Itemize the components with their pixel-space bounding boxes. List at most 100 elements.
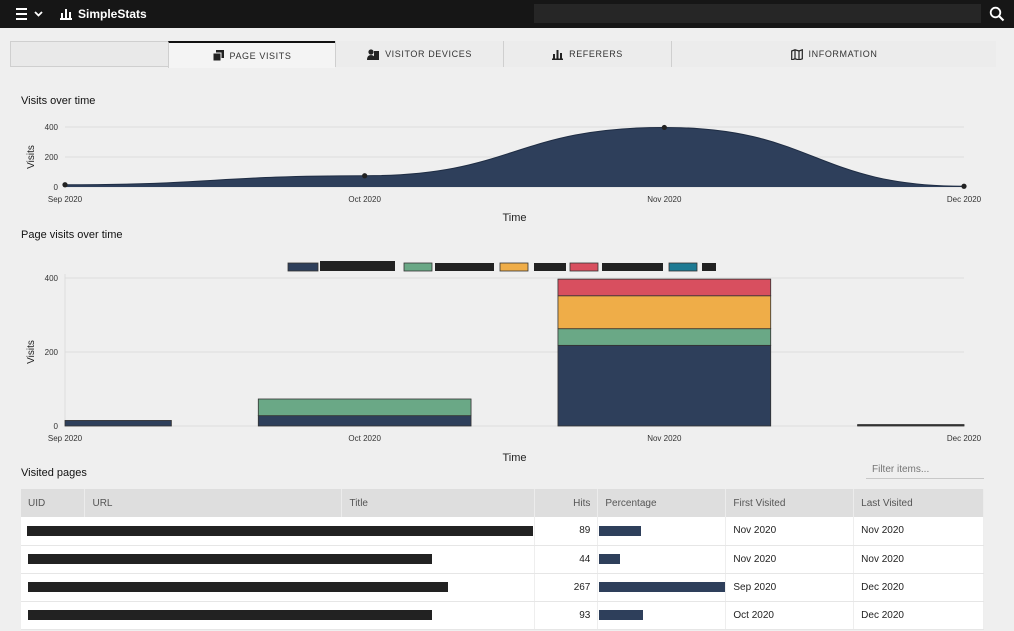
table-header-row: UID URL Title Hits Percentage First Visi… [21,489,984,517]
search-icon [989,6,1005,22]
x-tick-label: Nov 2020 [647,434,682,443]
x-tick-label: Oct 2020 [348,434,381,443]
bar-segment [257,415,472,427]
devices-icon [367,48,380,60]
table-row[interactable]: 267 Sep 2020 Dec 2020 [21,573,984,602]
legend-swatch [287,262,319,272]
first-visited-cell: Sep 2020 [725,573,855,602]
column-header-first-visited[interactable]: First Visited [725,489,855,517]
percentage-bar [599,554,621,564]
main-menu-button[interactable] [14,6,46,22]
legend-swatch [668,262,698,272]
hamburger-icon [16,8,43,20]
x-tick-label: Sep 2020 [48,195,83,204]
legend-label-redacted [602,263,663,271]
hits-cell: 267 [534,573,599,602]
y-axis-label: Visits [26,340,37,364]
bar-segment [557,295,772,330]
redacted-text [28,610,432,620]
x-tick-label: Nov 2020 [647,195,682,204]
y-tick-label: 0 [54,422,59,431]
tab-information[interactable]: INFORMATION [671,41,996,67]
app-brand[interactable]: SimpleStats [60,6,147,22]
y-axis-label: Visits [26,145,37,169]
redacted-text [28,554,432,564]
redacted-text [28,582,448,592]
map-icon [790,48,803,60]
tab-referers[interactable]: REFERERS [503,41,671,67]
y-tick-label: 0 [54,183,59,192]
data-point [62,182,68,188]
bar-segment [557,278,772,297]
page-visits-stacked-bar-chart: 0 200 400 Sep 2020 Oct 2020 Nov 2020 Dec 2020 T… [26,261,982,464]
last-visited-cell: Dec 2020 [853,601,984,630]
x-tick-label: Sep 2020 [48,434,83,443]
visits-area-chart: 0 200 400 Sep 2020 Oct 2020 Nov 2020 Dec 2020 T… [26,123,982,224]
x-tick-label: Oct 2020 [348,195,381,204]
first-visited-cell: Nov 2020 [725,545,855,574]
search-button[interactable] [989,6,1005,22]
legend-swatch [569,262,599,272]
percentage-bar [599,525,642,536]
visited-pages-title: Visited pages [21,467,87,479]
last-visited-cell: Dec 2020 [853,573,984,602]
legend-label-redacted [435,263,494,271]
y-tick-label: 400 [45,123,59,132]
first-visited-cell: Nov 2020 [725,517,855,546]
column-header-hits[interactable]: Hits [534,489,599,517]
bar-segment [557,344,772,427]
filter-input[interactable] [866,461,984,479]
redacted-text [27,525,533,536]
x-axis-label: Time [502,452,526,464]
x-tick-label: Dec 2020 [947,434,982,443]
tab-visitor-devices[interactable]: VISITOR DEVICES [335,41,503,67]
legend-swatch [499,262,529,272]
hits-cell: 93 [534,601,599,630]
visits-chart-title: Visits over time [21,95,96,107]
hits-cell: 44 [534,545,599,574]
table-row[interactable]: 89 Nov 2020 Nov 2020 [21,517,984,546]
bar-chart-icon [60,9,72,20]
data-point [961,183,967,189]
percentage-bar [599,582,726,592]
search-input[interactable] [534,4,981,23]
legend-label-redacted [534,263,566,271]
legend-label-redacted [702,263,716,271]
pages-icon [212,50,224,61]
first-visited-cell: Oct 2020 [725,601,855,630]
hits-cell: 89 [534,517,599,546]
table-row[interactable]: 44 Nov 2020 Nov 2020 [21,545,984,574]
y-tick-label: 200 [45,348,59,357]
bar-segment [857,424,965,426]
last-visited-cell: Nov 2020 [853,517,984,546]
legend-label-redacted [320,261,395,271]
data-point [661,124,667,131]
tab-label: INFORMATION [808,49,878,59]
percentage-bar [599,610,644,620]
y-tick-label: 400 [45,274,59,283]
bar-segment [557,328,772,346]
tab-bar: PAGE VISITS VISITOR DEVICES REFERERS INF… [10,41,996,68]
bar-segment [257,398,472,417]
legend-swatch [403,262,433,272]
tab-label: VISITOR DEVICES [385,49,472,59]
data-point [362,173,368,179]
bar-segment [64,420,172,427]
column-header-last-visited[interactable]: Last Visited [853,489,984,517]
column-header-url[interactable]: URL [84,489,343,517]
column-header-title[interactable]: Title [341,489,536,517]
page-visits-chart-title: Page visits over time [21,229,123,241]
last-visited-cell: Nov 2020 [853,545,984,574]
y-tick-label: 200 [45,153,59,162]
app-title: SimpleStats [78,7,147,21]
table-row[interactable]: 93 Oct 2020 Dec 2020 [21,601,984,630]
tab-page-visits[interactable]: PAGE VISITS [168,41,335,68]
tab-label: REFERERS [569,49,623,59]
top-bar: SimpleStats [0,0,1014,28]
x-tick-label: Dec 2020 [947,195,982,204]
column-header-percentage[interactable]: Percentage [597,489,727,517]
tab-label: PAGE VISITS [229,50,292,61]
x-axis-label: Time [502,212,526,224]
bar-chart-icon [552,49,564,60]
column-header-uid[interactable]: UID [21,489,86,517]
